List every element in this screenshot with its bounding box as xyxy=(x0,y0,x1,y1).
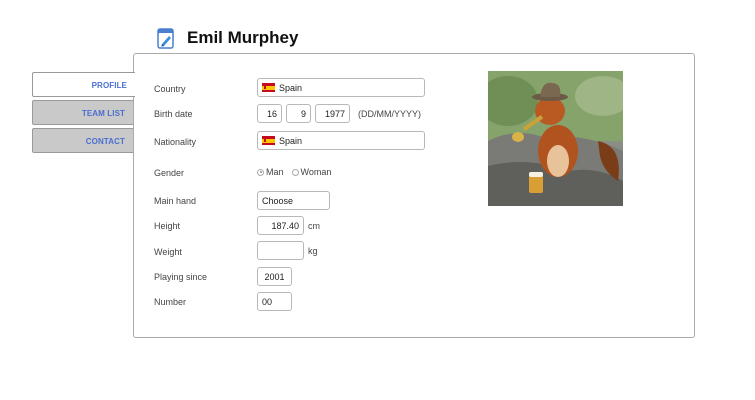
spain-flag-icon xyxy=(262,136,275,145)
birth-day-input[interactable]: 16 xyxy=(257,104,282,123)
profile-panel: Country Spain Birth date 16 9 1977 (DD/M… xyxy=(133,53,695,338)
date-format-hint: (DD/MM/YYYY) xyxy=(358,108,421,119)
main-hand-label: Main hand xyxy=(154,196,197,206)
page-header: Emil Murphey xyxy=(157,26,298,50)
nationality-label: Nationality xyxy=(154,137,197,147)
weight-label: Weight xyxy=(154,247,182,257)
height-label: Height xyxy=(154,221,181,231)
nationality-value: Spain xyxy=(279,135,303,146)
height-unit: cm xyxy=(308,220,320,231)
gender-woman-label: Woman xyxy=(300,167,332,177)
weight-unit: kg xyxy=(308,245,318,256)
tab-team-list[interactable]: TEAM LIST xyxy=(32,100,134,125)
radio-unselected-icon xyxy=(291,168,299,176)
number-label: Number xyxy=(154,297,187,307)
gender-label: Gender xyxy=(154,168,185,178)
edit-document-icon xyxy=(157,27,175,49)
weight-input[interactable] xyxy=(257,241,304,260)
number-input[interactable]: 00 xyxy=(257,292,292,311)
height-input[interactable]: 187.40 xyxy=(257,216,304,235)
playing-since-label: Playing since xyxy=(154,272,208,282)
spain-flag-icon xyxy=(262,83,275,92)
gender-woman-radio[interactable]: Woman xyxy=(291,167,332,177)
birth-year-input[interactable]: 1977 xyxy=(315,104,350,123)
playing-since-input[interactable]: 2001 xyxy=(257,267,292,286)
country-value: Spain xyxy=(279,82,303,93)
radio-selected-icon xyxy=(257,168,264,176)
country-select[interactable]: Spain xyxy=(257,78,425,97)
country-label: Country xyxy=(154,84,186,94)
side-tabs: PROFILE TEAM LIST CONTACT xyxy=(32,72,135,156)
main-hand-select[interactable]: Choose xyxy=(257,191,330,210)
page-title: Emil Murphey xyxy=(187,28,299,47)
gender-man-radio[interactable]: Man xyxy=(257,167,284,177)
gender-man-label: Man xyxy=(266,167,284,177)
tab-profile[interactable]: PROFILE xyxy=(32,72,135,97)
birth-month-input[interactable]: 9 xyxy=(286,104,311,123)
profile-photo[interactable] xyxy=(488,71,623,206)
tab-contact[interactable]: CONTACT xyxy=(32,128,134,153)
nationality-select[interactable]: Spain xyxy=(257,131,425,150)
birth-date-label: Birth date xyxy=(154,109,193,119)
